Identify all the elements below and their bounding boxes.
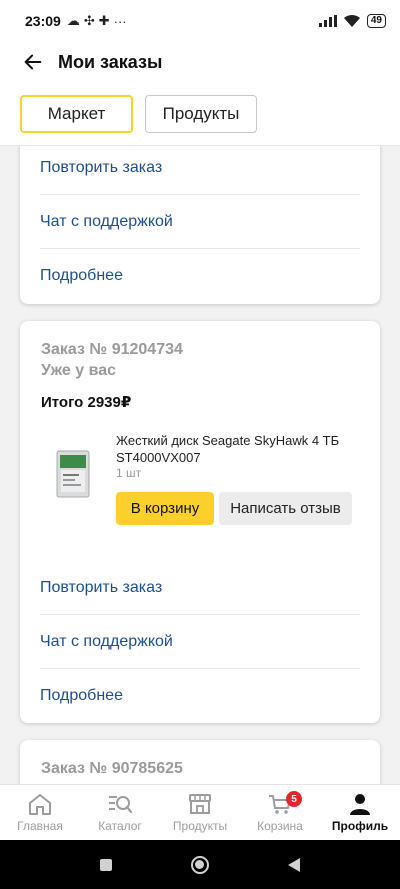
- back-arrow-icon[interactable]: [22, 51, 44, 73]
- order-source-tabs: Маркет Продукты: [0, 82, 400, 146]
- back-triangle-icon[interactable]: [288, 857, 301, 872]
- recent-apps-icon[interactable]: [99, 858, 112, 871]
- nav-home[interactable]: Главная: [0, 785, 80, 840]
- grocery-store-icon: [189, 794, 211, 814]
- details-link[interactable]: Подробнее: [40, 249, 360, 303]
- orders-list[interactable]: Повторить заказ Чат с поддержкой Подробн…: [0, 146, 400, 784]
- write-review-button[interactable]: Написать отзыв: [219, 492, 352, 525]
- nav-cart[interactable]: 5 Корзина: [240, 785, 320, 840]
- order-number: Заказ № 91204734: [41, 341, 183, 358]
- details-link[interactable]: Подробнее: [40, 669, 360, 723]
- system-navigation-bar: [0, 840, 400, 889]
- order-actions: Повторить заказ Чат с поддержкой Подробн…: [40, 561, 360, 723]
- support-chat-link[interactable]: Чат с поддержкой: [40, 195, 360, 249]
- nav-profile[interactable]: Профиль: [320, 785, 400, 840]
- signal-icon: [318, 15, 337, 27]
- nav-label: Корзина: [257, 819, 303, 833]
- repeat-order-link[interactable]: Повторить заказ: [40, 146, 360, 195]
- hard-drive-image[interactable]: [56, 450, 90, 498]
- profile-icon: [350, 794, 370, 815]
- home-button-icon[interactable]: [190, 855, 209, 874]
- order-total: Итого 2939₽: [41, 394, 132, 411]
- nav-label: Профиль: [331, 819, 389, 833]
- nav-label: Главная: [17, 819, 63, 833]
- nav-catalog[interactable]: Каталог: [80, 785, 160, 840]
- wifi-icon: [343, 14, 360, 27]
- tab-products[interactable]: Продукты: [145, 94, 257, 133]
- cart-count-badge: 5: [286, 791, 302, 807]
- order-card: Заказ № 90785625: [20, 740, 380, 784]
- nav-label: Продукты: [172, 819, 228, 833]
- order-status: Уже у вас: [41, 362, 116, 379]
- order-card: Повторить заказ Чат с поддержкой Подробн…: [20, 146, 380, 304]
- repeat-order-link[interactable]: Повторить заказ: [40, 561, 360, 615]
- order-card: Заказ № 91204734 Уже у вас Итого 2939₽ Ж…: [20, 321, 380, 723]
- add-to-cart-button[interactable]: В корзину: [116, 492, 214, 525]
- product-name[interactable]: Жесткий диск Seagate SkyHawk 4 ТБ ST4000…: [116, 432, 366, 466]
- tab-market[interactable]: Маркет: [20, 94, 133, 133]
- product-quantity: 1 шт: [116, 466, 142, 480]
- bottom-navigation: Главная Каталог Продукты 5 Корзина Профи…: [0, 784, 400, 840]
- page-header: Мои заказы: [0, 42, 400, 82]
- status-time: 23:09: [25, 13, 61, 29]
- support-chat-link[interactable]: Чат с поддержкой: [40, 615, 360, 669]
- nav-products[interactable]: Продукты: [160, 785, 240, 840]
- order-actions: Повторить заказ Чат с поддержкой Подробн…: [40, 146, 360, 303]
- nav-label: Каталог: [98, 819, 142, 833]
- cloud-icon: ☁: [66, 13, 80, 28]
- catalog-search-icon: [109, 796, 133, 814]
- home-icon: [29, 794, 51, 815]
- more-dots-icon: ···: [113, 13, 127, 29]
- page-title: Мои заказы: [58, 51, 163, 72]
- fan-icon: ✣: [83, 13, 95, 28]
- order-number: Заказ № 90785625: [41, 760, 183, 777]
- battery-indicator: 49: [366, 14, 386, 28]
- puzzle-icon: ✚: [98, 13, 110, 28]
- status-bar: 23:09 ☁ ✣ ✚ ··· 49: [0, 0, 400, 42]
